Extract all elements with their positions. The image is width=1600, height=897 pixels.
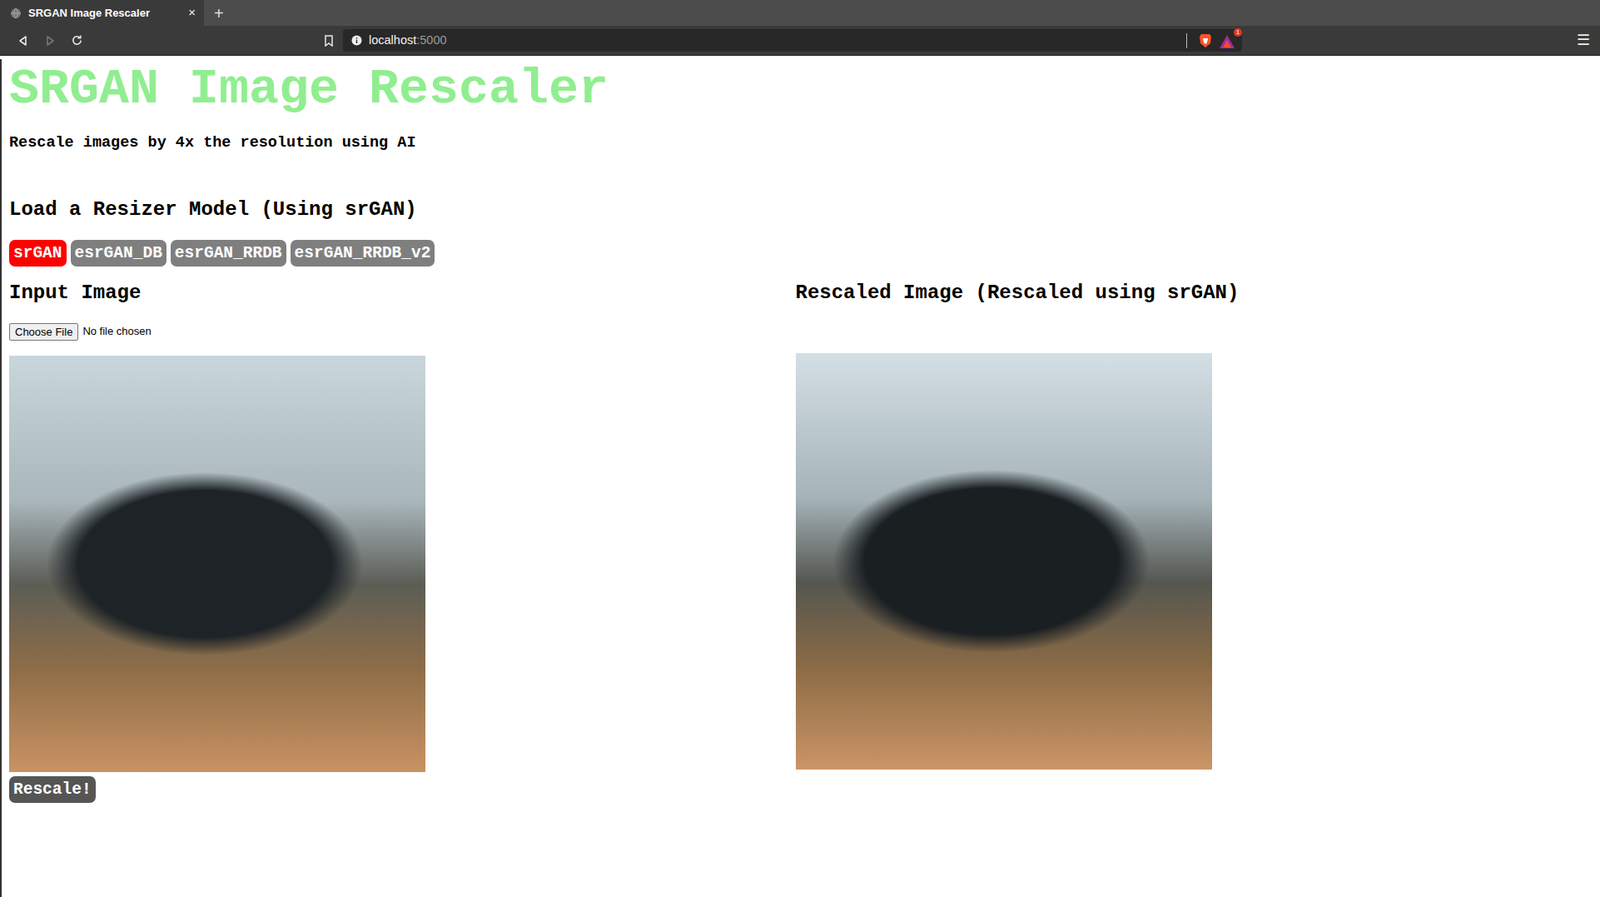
file-input[interactable]: Choose FileNo file chosen xyxy=(9,322,805,341)
model-buttons: srGANesrGAN_DBesrGAN_RRDBesrGAN_RRDB_v2 xyxy=(9,239,1600,267)
model-button[interactable]: esrGAN_RRDB xyxy=(170,239,287,267)
image-panels: Input Image Choose FileNo file chosen Resc… xyxy=(9,280,1600,803)
model-button[interactable]: srGAN xyxy=(9,239,67,267)
model-heading: Load a Resizer Model (Using srGAN) xyxy=(9,197,1600,222)
menu-button[interactable]: ☰ xyxy=(1576,29,1591,52)
file-status: No file chosen xyxy=(82,322,151,340)
model-button[interactable]: esrGAN_DB xyxy=(70,239,167,267)
tab-title: SRGAN Image Rescaler xyxy=(28,4,182,22)
url-host: localhost xyxy=(368,31,417,50)
rewards-badge: 1 xyxy=(1233,28,1243,37)
rescale-button[interactable]: Rescale! xyxy=(9,775,96,803)
input-heading: Input Image xyxy=(9,280,805,305)
output-panel: Rescaled Image (Rescaled using srGAN) xyxy=(795,280,1592,803)
globe-icon xyxy=(9,4,22,22)
input-image xyxy=(9,355,426,772)
rescaled-image xyxy=(795,352,1213,770)
output-heading: Rescaled Image (Rescaled using srGAN) xyxy=(795,280,1592,305)
address-bar[interactable]: localhost:5000 1 xyxy=(342,29,1243,52)
tab-close-button[interactable]: × xyxy=(188,3,196,23)
choose-file-button[interactable]: Choose File xyxy=(9,322,79,341)
rewards-icon[interactable]: 1 xyxy=(1218,32,1238,50)
page-subtitle: Rescale images by 4x the resolution usin… xyxy=(9,134,1600,153)
url-separator xyxy=(1186,33,1188,49)
bookmark-icon[interactable] xyxy=(319,34,338,47)
input-panel: Input Image Choose FileNo file chosen Resc… xyxy=(9,280,805,803)
url-text: localhost:5000 xyxy=(368,31,448,50)
url-port: :5000 xyxy=(416,31,447,50)
browser-toolbar: localhost:5000 1 ☰ xyxy=(0,25,1600,56)
reload-icon[interactable] xyxy=(63,29,90,53)
brave-shield-icon[interactable] xyxy=(1198,31,1213,50)
page-content: SRGAN Image Rescaler Rescale images by 4x… xyxy=(0,59,1600,897)
tab-strip: SRGAN Image Rescaler × + xyxy=(0,0,1600,26)
page-title: SRGAN Image Rescaler xyxy=(9,59,1600,120)
back-icon[interactable] xyxy=(9,29,37,53)
model-button[interactable]: esrGAN_RRDB_v2 xyxy=(290,239,436,267)
browser-tab[interactable]: SRGAN Image Rescaler × xyxy=(0,0,204,26)
info-icon xyxy=(351,31,363,50)
forward-icon xyxy=(36,29,64,53)
new-tab-button[interactable]: + xyxy=(203,0,234,26)
